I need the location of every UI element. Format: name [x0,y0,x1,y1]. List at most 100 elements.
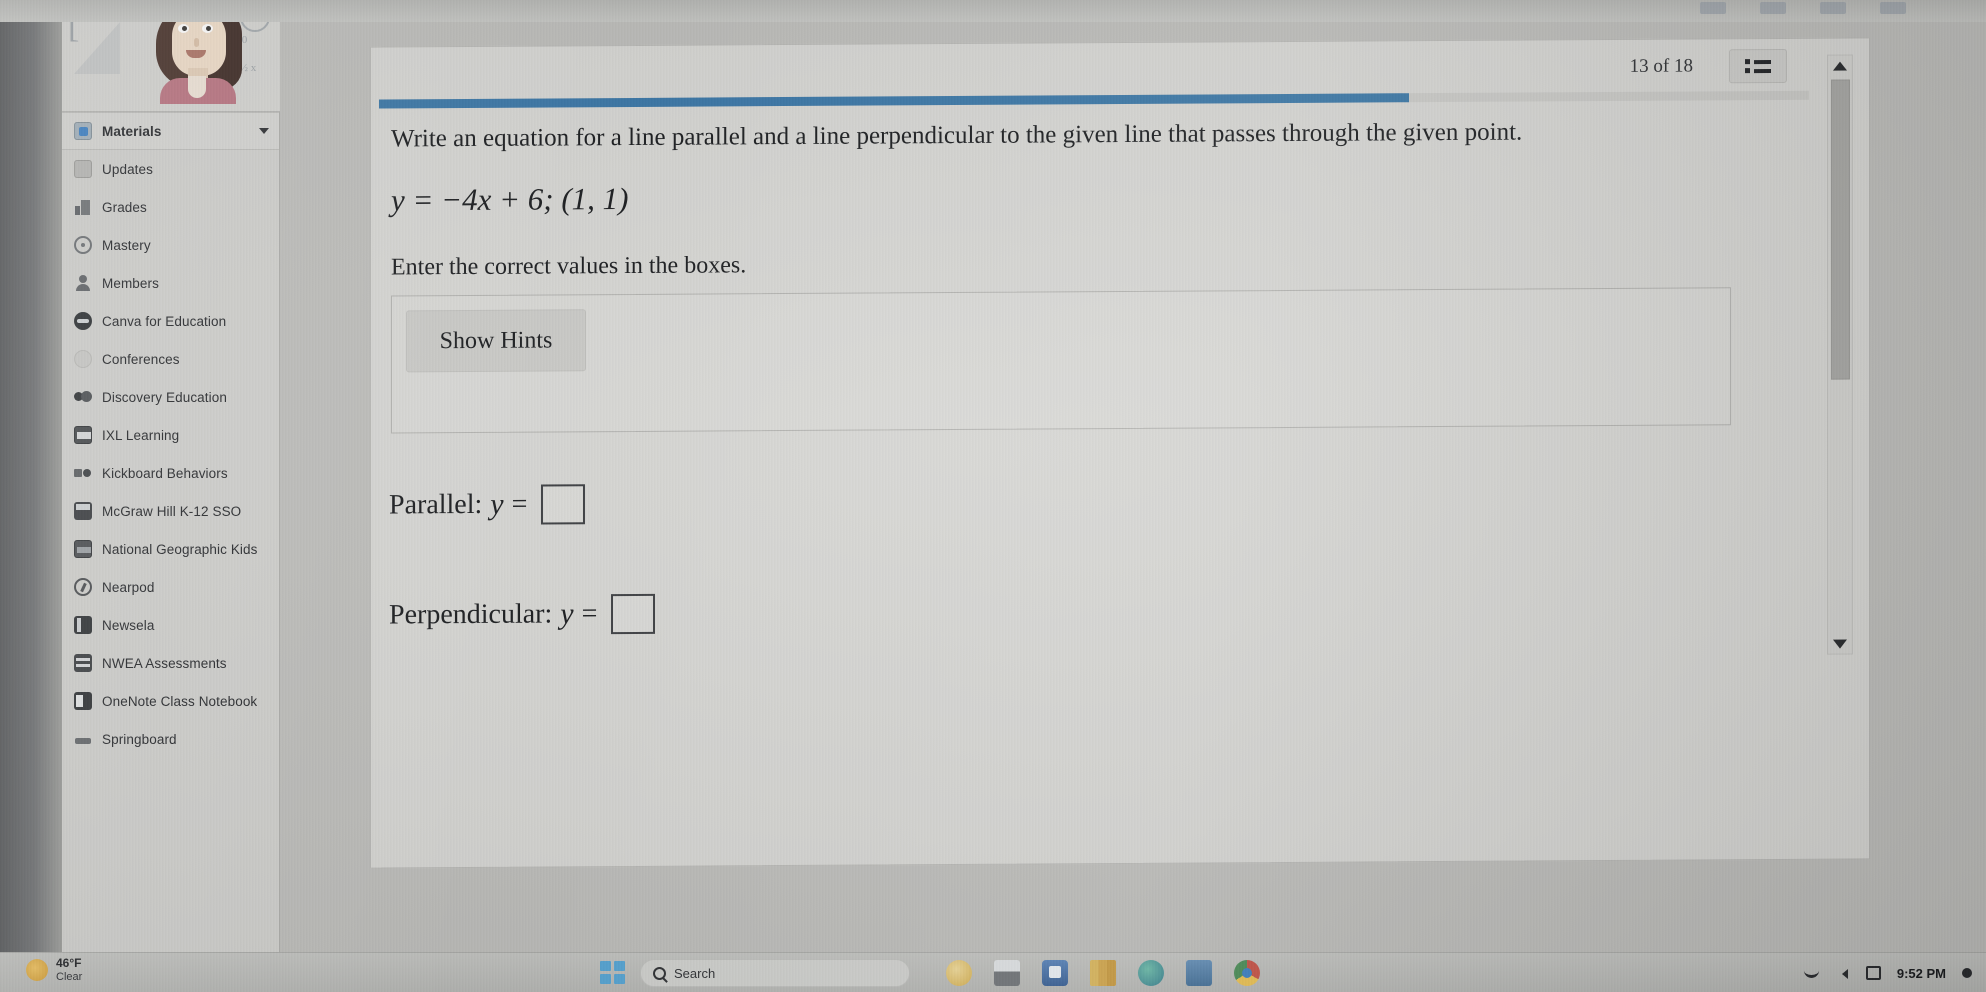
microsoft-store-icon[interactable] [1042,960,1068,986]
top-bezel [0,0,1986,22]
weather-widget[interactable]: 46°F Clear [26,956,83,983]
conferences-icon [74,350,92,368]
kickboard-icon [74,464,92,482]
sidebar-item-label: Kickboard Behaviors [102,465,228,481]
updates-icon [74,160,92,178]
sidebar-item-label: Members [102,275,159,291]
national-geographic-icon [74,540,92,558]
answer-operator-perpendicular: = [581,598,598,630]
sidebar-item-label: Springboard [102,731,177,747]
taskbar-search-box[interactable]: Search [640,959,910,987]
search-icon [653,966,666,980]
sun-icon [26,959,48,982]
sidebar-item-label: Nearpod [102,579,155,595]
sidebar-item-mcgraw-hill[interactable]: McGraw Hill K-12 SSO [62,492,279,530]
answer-input-perpendicular[interactable] [611,593,656,635]
sidebar-item-canva[interactable]: Canva for Education [62,302,279,340]
sidebar-item-label: Materials [102,123,162,139]
list-icon [1745,59,1771,74]
file-explorer-icon[interactable] [994,960,1020,986]
chrome-icon[interactable] [1234,960,1260,986]
toolbox-icon[interactable] [1186,960,1212,986]
question-equation: y = −4x + 6; (1, 1) [391,180,629,218]
members-icon [74,274,92,292]
banner-triangle-decor [74,22,120,74]
progress-track [379,90,1809,109]
sidebar-item-label: Conferences [102,351,180,367]
question-list-button[interactable] [1729,48,1787,84]
discovery-education-icon [74,388,92,406]
grades-icon [74,198,92,216]
answer-operator-parallel: = [511,488,528,520]
scrollbar-thumb[interactable] [1831,79,1850,380]
vertical-scrollbar[interactable] [1827,54,1853,655]
sidebar-item-national-geographic-kids[interactable]: National Geographic Kids [62,530,279,568]
sidebar-item-label: NWEA Assessments [102,655,227,671]
sidebar-item-updates[interactable]: Updates [62,150,279,188]
sidebar-item-nwea-assessments[interactable]: NWEA Assessments [62,644,279,682]
taskbar-clock[interactable]: 9:52 PM [1897,966,1946,981]
progress-fill [379,93,1409,109]
sidebar-item-label: OneNote Class Notebook [102,693,258,709]
newsela-icon [74,616,92,634]
weather-condition: Clear [56,970,83,983]
taskbar-app-icons [946,960,1260,986]
sidebar-item-newsela[interactable]: Newsela [62,606,279,644]
answer-row-parallel: Parallel: y = [389,484,586,525]
sidebar-item-grades[interactable]: Grades [62,188,279,226]
chevron-down-icon[interactable] [259,128,269,134]
sidebar-item-label: Canva for Education [102,313,227,329]
sidebar-item-label: Discovery Education [102,389,227,405]
notifications-icon[interactable] [1962,968,1972,978]
weather-temp: 46°F [56,956,82,970]
sidebar-item-label: Grades [102,199,147,215]
sidebar-item-kickboard-behaviors[interactable]: Kickboard Behaviors [62,454,279,492]
sidebar-item-label: Newsela [102,617,155,633]
materials-icon [74,122,92,140]
battery-icon[interactable] [1865,966,1881,980]
sidebar-item-label: National Geographic Kids [102,541,258,557]
assignment-panel: 13 of 18 Write an equation for a line pa… [370,37,1870,869]
wifi-icon[interactable] [1803,969,1819,978]
sidebar-item-springboard[interactable]: Springboard [62,720,279,758]
earth-icon[interactable] [1138,960,1164,986]
books-icon[interactable] [1090,960,1116,986]
canva-icon [74,312,92,330]
answer-row-perpendicular: Perpendicular: y = [389,593,656,636]
question-instruction: Enter the correct values in the boxes. [391,252,747,281]
search-placeholder: Search [674,965,716,981]
answer-input-parallel[interactable] [541,484,586,525]
copilot-icon[interactable] [946,960,972,986]
answer-variable-perpendicular: y [560,597,574,631]
page-counter: 13 of 18 [1629,55,1693,77]
assignment-toolbar: 13 of 18 [1629,48,1787,84]
mcgraw-hill-icon [74,502,92,520]
sidebar-item-nearpod[interactable]: Nearpod [62,568,279,606]
weather-text: 46°F Clear [56,956,83,983]
sidebar-item-label: Updates [102,161,153,177]
sidebar-item-materials[interactable]: Materials [62,112,279,150]
sidebar-item-mastery[interactable]: Mastery [62,226,279,264]
nearpod-icon [74,578,92,596]
windows-taskbar: 46°F Clear Search 9:52 PM [0,952,1986,992]
onenote-icon [74,692,92,710]
course-sidebar: Materials Updates Grades Mastery Members… [62,112,280,952]
hints-panel: Show Hints [391,287,1731,434]
sidebar-item-conferences[interactable]: Conferences [62,340,279,378]
show-hints-button[interactable]: Show Hints [406,309,586,373]
start-button-icon[interactable] [600,961,626,985]
scroll-up-icon[interactable] [1828,56,1852,76]
volume-icon[interactable] [1835,966,1850,980]
answer-variable-parallel: y [490,487,504,521]
question-body: Write an equation for a line parallel an… [391,117,1799,281]
scroll-down-icon[interactable] [1828,634,1852,654]
sidebar-item-members[interactable]: Members [62,264,279,302]
screen-photo: [ b=0 y=½ x Materials [0,0,1986,992]
taskbar-system-tray: 9:52 PM [1803,953,1972,992]
sidebar-item-discovery-education[interactable]: Discovery Education [62,378,279,416]
sidebar-item-onenote-class-notebook[interactable]: OneNote Class Notebook [62,682,279,720]
sidebar-item-ixl-learning[interactable]: IXL Learning [62,416,279,454]
sidebar-item-label: Mastery [102,237,151,253]
sidebar-item-label: IXL Learning [102,427,180,443]
answer-label-perpendicular: Perpendicular: [389,598,553,631]
